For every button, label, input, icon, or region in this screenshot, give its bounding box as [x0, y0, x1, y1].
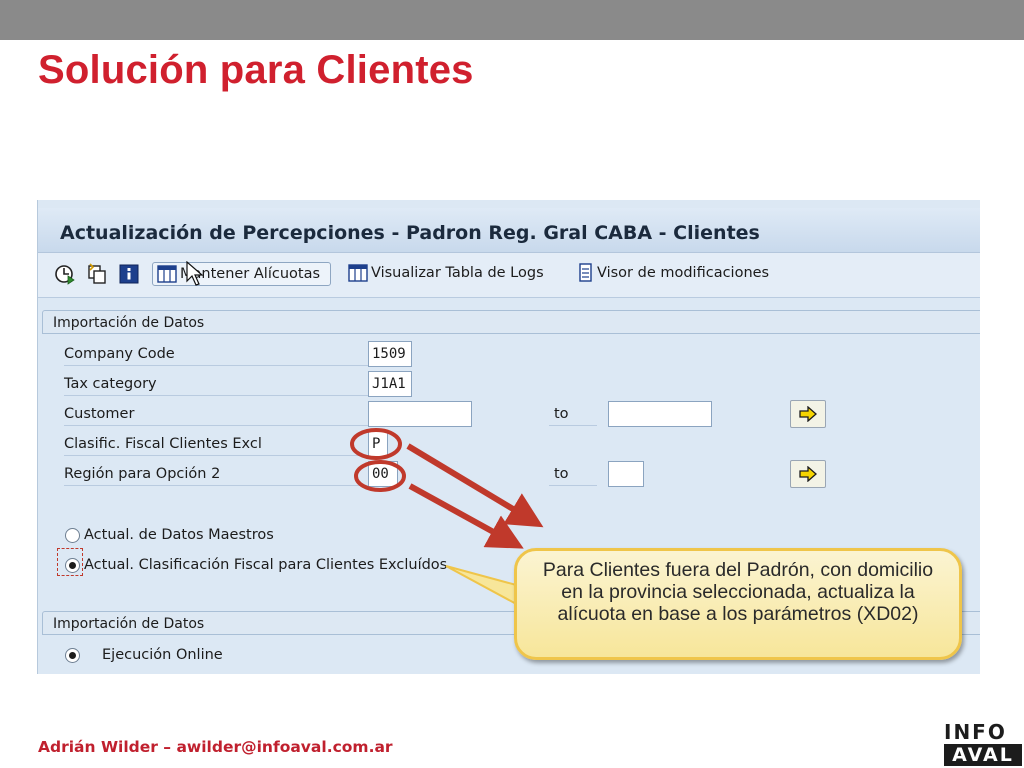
customer-to-input[interactable] — [608, 401, 712, 427]
radio-actual-datos-maestros[interactable]: Actual. de Datos Maestros — [65, 527, 274, 543]
slide-top-bar — [0, 0, 1024, 40]
mouse-cursor-icon — [186, 261, 204, 286]
region-multiple-selection-button[interactable] — [790, 460, 826, 488]
mantener-alicuotas-button[interactable]: Mantener Alícuotas — [152, 262, 332, 286]
region-opcion-2-input[interactable]: 00 — [368, 461, 398, 487]
radio-label: Ejecución Online — [102, 647, 223, 663]
radio-label: Actual. Clasificación Fiscal para Client… — [84, 557, 448, 573]
logo-top-text: INFO — [944, 720, 1007, 744]
table-icon — [157, 265, 177, 283]
tax-category-input[interactable]: J1A1 — [368, 371, 412, 397]
region-to-label: to — [549, 462, 597, 486]
field-label-company-code: Company Code — [64, 342, 370, 366]
radio-label: Actual. de Datos Maestros — [84, 527, 274, 543]
visualizar-tabla-logs-button[interactable]: Visualizar Tabla de Logs — [348, 262, 544, 284]
visor-modificaciones-button[interactable]: Visor de modificaciones — [578, 262, 769, 284]
company-code-input[interactable]: 1509 — [368, 341, 412, 367]
arrow-right-icon — [799, 406, 817, 422]
radio-button[interactable] — [65, 527, 80, 543]
customer-from-input[interactable] — [368, 401, 472, 427]
radio-actual-clasificacion-fiscal[interactable]: Actual. Clasificación Fiscal para Client… — [65, 557, 447, 573]
infoaval-logo: INFO AVAL — [944, 722, 1022, 766]
visor-modificaciones-label: Visor de modificaciones — [597, 265, 770, 281]
info-icon[interactable] — [118, 263, 140, 285]
customer-to-label: to — [549, 402, 597, 426]
execute-clock-icon[interactable] — [54, 263, 76, 285]
group-header-importacion-datos: Importación de Datos — [42, 310, 980, 334]
field-label-tax-category: Tax category — [64, 372, 370, 396]
clasific-fiscal-input[interactable]: P — [368, 431, 388, 457]
radio-button-selected[interactable] — [65, 647, 80, 663]
field-label-region-opcion-2: Región para Opción 2 — [64, 462, 370, 486]
radio-ejecucion-online[interactable]: Ejecución Online — [65, 647, 223, 663]
field-label-customer: Customer — [64, 402, 370, 426]
logo-bottom-text: AVAL — [944, 744, 1022, 766]
footer-author: Adrián Wilder – awilder@infoaval.com.ar — [38, 738, 393, 756]
document-icon — [579, 263, 592, 282]
region-to-input[interactable] — [608, 461, 644, 487]
copy-variant-icon[interactable] — [86, 263, 108, 285]
visualizar-tabla-logs-label: Visualizar Tabla de Logs — [371, 265, 544, 281]
sap-title-bar: Actualización de Percepciones - Padron R… — [38, 208, 980, 253]
sap-title: Actualización de Percepciones - Padron R… — [60, 222, 760, 244]
sap-toolbar: Mantener Alícuotas Visualizar Tabla de L… — [38, 253, 980, 298]
customer-multiple-selection-button[interactable] — [790, 400, 826, 428]
table-icon — [348, 264, 368, 282]
callout-note: Para Clientes fuera del Padrón, con domi… — [514, 548, 962, 660]
slide-title: Solución para Clientes — [38, 48, 474, 92]
field-label-clasific-fiscal: Clasific. Fiscal Clientes Excl — [64, 432, 370, 456]
radio-button-selected[interactable] — [65, 557, 80, 573]
arrow-right-icon — [799, 466, 817, 482]
